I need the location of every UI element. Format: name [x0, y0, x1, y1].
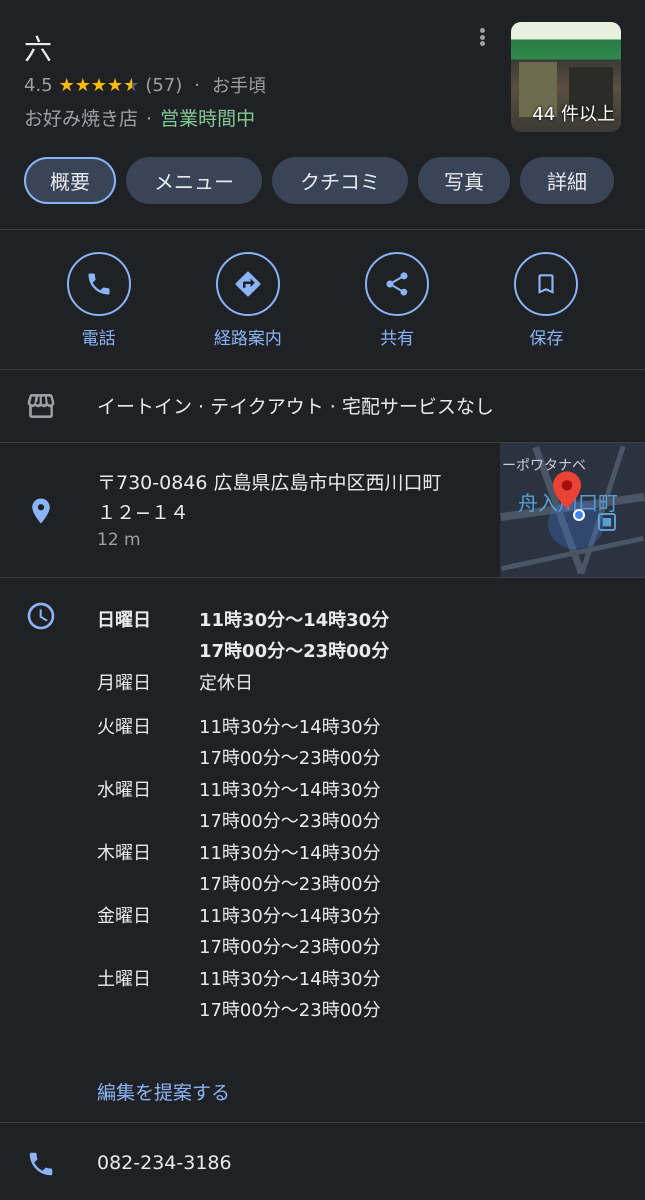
hours-day: 土曜日 [97, 969, 151, 990]
action-buttons: 電話 経路案内 共有 保存 [0, 252, 645, 349]
phone-number[interactable]: 082-234-3186 [97, 1152, 232, 1174]
category-label: お好み焼き店 [24, 108, 139, 130]
distance-label: 12 m [97, 530, 141, 550]
save-label: 保存 [529, 329, 564, 349]
bookmark-icon [538, 274, 554, 294]
clock-icon [25, 600, 57, 632]
tab-reviews[interactable]: クチコミ [272, 157, 408, 204]
star-rating-icon: ★★★★★ [58, 74, 140, 96]
call-button[interactable]: 電話 [39, 252, 159, 349]
hours-row-saturday: 土曜日 11時30分〜14時30分 17時00分〜23時00分 [97, 964, 381, 1026]
place-name: 六 [24, 33, 53, 66]
hours-time: 11時30分〜14時30分 [199, 610, 390, 631]
hours-row-monday: 月曜日 定休日 [97, 668, 253, 699]
hours-day: 日曜日 [97, 610, 151, 631]
rating-value: 4.5 [24, 74, 53, 96]
hours-time: 11時30分〜14時30分 [199, 969, 381, 990]
tab-details[interactable]: 詳細 [520, 157, 614, 204]
hours-time: 17時00分〜23時00分 [199, 811, 381, 832]
divider [0, 369, 645, 370]
phone-icon [25, 1148, 57, 1180]
tab-photos[interactable]: 写真 [418, 157, 510, 204]
map-thumbnail[interactable]: ーポワタナベ 舟入川口町 ■ [500, 443, 645, 577]
location-pin-icon [25, 495, 57, 527]
hours-row-tuesday: 火曜日 11時30分〜14時30分 17時00分〜23時00分 [97, 712, 381, 774]
hours-time: 17時00分〜23時00分 [199, 748, 381, 769]
hours-time: 17時00分〜23時00分 [199, 641, 390, 662]
call-label: 電話 [81, 329, 116, 349]
share-button[interactable]: 共有 [337, 252, 457, 349]
current-location-dot [573, 509, 585, 521]
hours-row-wednesday: 水曜日 11時30分〜14時30分 17時00分〜23時00分 [97, 775, 381, 837]
hours-time: 11時30分〜14時30分 [199, 906, 381, 927]
price-level: お手頃 [212, 76, 267, 97]
divider [0, 577, 645, 578]
hours-day: 月曜日 [97, 673, 151, 694]
open-status[interactable]: 営業時間中 [160, 108, 255, 130]
divider [0, 229, 645, 230]
rating-row[interactable]: 4.5 ★★★★★ (57) · お手頃 [24, 72, 266, 98]
save-button[interactable]: 保存 [486, 252, 606, 349]
more-options-icon[interactable] [474, 26, 490, 48]
directions-icon [235, 271, 261, 297]
share-icon [386, 272, 408, 296]
hours-row-sunday: 日曜日 11時30分〜14時30分 17時00分〜23時00分 [97, 605, 389, 667]
storefront-icon [25, 390, 57, 422]
hours-time: 11時30分〜14時30分 [199, 843, 381, 864]
hours-day: 木曜日 [97, 843, 151, 864]
hours-row-thursday: 木曜日 11時30分〜14時30分 17時00分〜23時00分 [97, 838, 381, 900]
hours-day: 火曜日 [97, 717, 151, 738]
map-marker-icon [553, 471, 581, 509]
review-count: (57) [145, 74, 183, 96]
tab-menu[interactable]: メニュー [126, 157, 262, 204]
photo-count: 44 件以上 [532, 104, 615, 125]
tab-bar: 概要 メニュー クチコミ 写真 詳細 [24, 157, 614, 204]
hours-day: 水曜日 [97, 780, 151, 801]
hours-row-friday: 金曜日 11時30分〜14時30分 17時00分〜23時00分 [97, 901, 381, 963]
train-station-icon: ■ [598, 513, 616, 531]
hours-time: 17時00分〜23時00分 [199, 937, 381, 958]
divider [0, 1122, 645, 1123]
address-line-2[interactable]: １２−１４ [97, 498, 189, 525]
directions-label: 経路案内 [213, 329, 282, 349]
hours-time: 11時30分〜14時30分 [199, 780, 381, 801]
address-line-1[interactable]: 〒730-0846 広島県広島市中区西川口町 [97, 468, 442, 495]
hours-time: 17時00分〜23時00分 [199, 874, 381, 895]
hours-day: 金曜日 [97, 906, 151, 927]
place-photo-thumbnail[interactable]: 44 件以上 [511, 22, 621, 132]
category-row: お好み焼き店 · 営業時間中 [24, 108, 256, 130]
separator-dot: · [194, 74, 201, 96]
phone-icon [88, 273, 110, 295]
tab-overview[interactable]: 概要 [24, 157, 116, 204]
hours-time: 17時00分〜23時00分 [199, 1000, 381, 1021]
share-label: 共有 [380, 329, 415, 349]
suggest-edit-link[interactable]: 編集を提案する [97, 1078, 230, 1105]
directions-button[interactable]: 経路案内 [188, 252, 308, 349]
hours-time: 11時30分〜14時30分 [199, 717, 381, 738]
service-options: イートイン · テイクアウト · 宅配サービスなし [97, 396, 494, 418]
hours-time: 定休日 [199, 673, 253, 694]
